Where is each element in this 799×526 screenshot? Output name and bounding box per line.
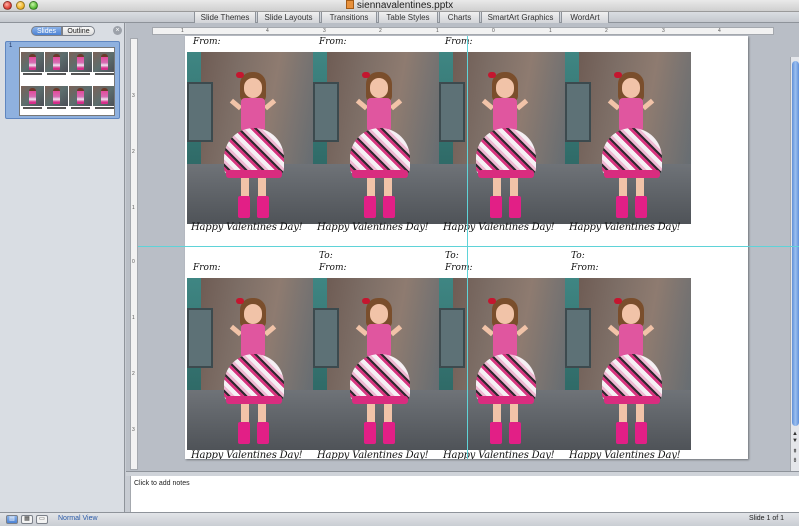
card-caption: Happy Valentines Day! <box>569 450 681 459</box>
valentine-card[interactable]: To: From: Happy Valentines Day! <box>439 248 565 459</box>
slide-thumbnail-image <box>19 47 115 116</box>
thumb-card <box>21 83 44 113</box>
slides-panel: Slides Outline × 1 <box>0 23 125 512</box>
girl-photo <box>565 278 691 450</box>
ribbon-tabs: Slide Themes Slide Layouts Transitions T… <box>0 12 799 23</box>
card-from-label: From: <box>319 263 347 273</box>
horizontal-ruler: 1 4 3 2 1 0 1 2 3 4 <box>152 27 774 35</box>
girl-photo <box>313 52 439 224</box>
normal-view-button[interactable]: ▤ <box>6 515 18 524</box>
ruler-tick: 4 <box>266 28 269 34</box>
next-slide-icon[interactable]: ⇟ <box>791 458 799 465</box>
valentine-card[interactable]: From: Happy Valentines Day! <box>187 248 313 459</box>
tab-table-styles[interactable]: Table Styles <box>378 12 438 23</box>
ruler-tick: 1 <box>181 28 184 34</box>
scroll-down-arrow-icon[interactable]: ▼ <box>791 438 799 445</box>
valentine-card[interactable]: Happy Valentines Day! <box>565 36 691 247</box>
vertical-guide[interactable] <box>467 36 468 459</box>
powerpoint-window: siennavalentines.pptx Slide Themes Slide… <box>0 0 799 526</box>
ruler-tick: 0 <box>492 28 495 34</box>
vertical-scrollbar[interactable]: ▲ ▼ ⇞ ⇟ <box>790 57 799 471</box>
ruler-tick: 0 <box>132 259 135 265</box>
valentine-card[interactable]: From: Happy Valentines Day! <box>313 36 439 247</box>
slide-number: 1 <box>9 43 13 49</box>
scroll-up-arrow-icon[interactable]: ▲ <box>791 431 799 438</box>
ruler-tick: 2 <box>132 371 135 377</box>
ruler-tick: 3 <box>662 28 665 34</box>
girl-photo <box>187 52 313 224</box>
slide-show-view-button[interactable]: ▭ <box>36 515 48 524</box>
girl-photo <box>439 52 565 224</box>
card-caption: Happy Valentines Day! <box>569 222 681 233</box>
tab-smartart-graphics[interactable]: SmartArt Graphics <box>481 12 560 23</box>
ruler-tick: 2 <box>379 28 382 34</box>
thumb-card <box>93 83 114 113</box>
ruler-tick: 1 <box>132 315 135 321</box>
thumb-card <box>69 49 92 79</box>
card-from-label: From: <box>319 37 347 47</box>
slide-sorter-view-button[interactable]: ▦ <box>21 515 33 524</box>
window-title: siennavalentines.pptx <box>0 0 799 12</box>
card-caption: Happy Valentines Day! <box>191 450 303 459</box>
thumb-card <box>69 83 92 113</box>
close-panel-icon[interactable]: × <box>113 26 122 35</box>
card-from-label: From: <box>445 37 473 47</box>
tab-transitions[interactable]: Transitions <box>321 12 377 23</box>
card-from-label: From: <box>445 263 473 273</box>
pptx-document-icon <box>345 0 354 9</box>
tab-charts[interactable]: Charts <box>439 12 480 23</box>
card-caption: Happy Valentines Day! <box>191 222 303 233</box>
card-from-label: From: <box>193 37 221 47</box>
card-from-label: From: <box>571 263 599 273</box>
horizontal-guide[interactable] <box>138 246 799 247</box>
ruler-tick: 1 <box>132 205 135 211</box>
card-from-label: From: <box>193 263 221 273</box>
scrollbar-thumb[interactable] <box>792 61 799 426</box>
ruler-tick: 2 <box>605 28 608 34</box>
valentine-card[interactable]: To: From: Happy Valentines Day! <box>565 248 691 459</box>
card-to-label: To: <box>571 251 585 261</box>
notes-pane[interactable]: Click to add notes <box>130 476 799 512</box>
girl-photo <box>565 52 691 224</box>
girl-photo <box>187 278 313 450</box>
card-to-label: To: <box>319 251 333 261</box>
ruler-tick: 3 <box>132 93 135 99</box>
slides-tab[interactable]: Slides <box>31 26 62 36</box>
card-caption: Happy Valentines Day! <box>317 222 429 233</box>
valentine-card[interactable]: To: From: Happy Valentines Day! <box>313 248 439 459</box>
ruler-tick: 3 <box>323 28 326 34</box>
view-label: Normal View <box>58 515 98 522</box>
card-caption: Happy Valentines Day! <box>443 450 555 459</box>
card-to-label: To: <box>445 251 459 261</box>
thumb-card <box>45 49 68 79</box>
girl-photo <box>439 278 565 450</box>
valentine-card[interactable]: From: Happy Valentines Day! <box>439 36 565 247</box>
ruler-tick: 4 <box>718 28 721 34</box>
card-caption: Happy Valentines Day! <box>317 450 429 459</box>
thumb-card <box>45 83 68 113</box>
vertical-ruler: 3 2 1 0 1 2 3 <box>130 38 138 470</box>
card-caption: Happy Valentines Day! <box>443 222 555 233</box>
slide-count: Slide 1 of 1 <box>748 515 784 522</box>
notes-placeholder: Click to add notes <box>134 480 190 487</box>
ruler-tick: 3 <box>132 427 135 433</box>
slide-thumbnail-1[interactable]: 1 <box>5 41 120 119</box>
thumb-card <box>21 49 44 79</box>
thumb-card <box>93 49 114 79</box>
ruler-tick: 1 <box>436 28 439 34</box>
tab-slide-layouts[interactable]: Slide Layouts <box>257 12 320 23</box>
valentine-card[interactable]: From: Happy Valentines Day! <box>187 36 313 247</box>
girl-photo <box>313 278 439 450</box>
outline-tab[interactable]: Outline <box>62 26 95 36</box>
previous-slide-icon[interactable]: ⇞ <box>791 449 799 456</box>
tab-wordart[interactable]: WordArt <box>561 12 609 23</box>
window-title-text: siennavalentines.pptx <box>356 0 454 11</box>
title-bar: siennavalentines.pptx <box>0 0 799 12</box>
status-bar: ▤ ▦ ▭ Normal View Slide 1 of 1 <box>0 512 799 526</box>
ruler-tick: 2 <box>132 149 135 155</box>
ruler-tick: 1 <box>549 28 552 34</box>
tab-slide-themes[interactable]: Slide Themes <box>194 12 256 23</box>
